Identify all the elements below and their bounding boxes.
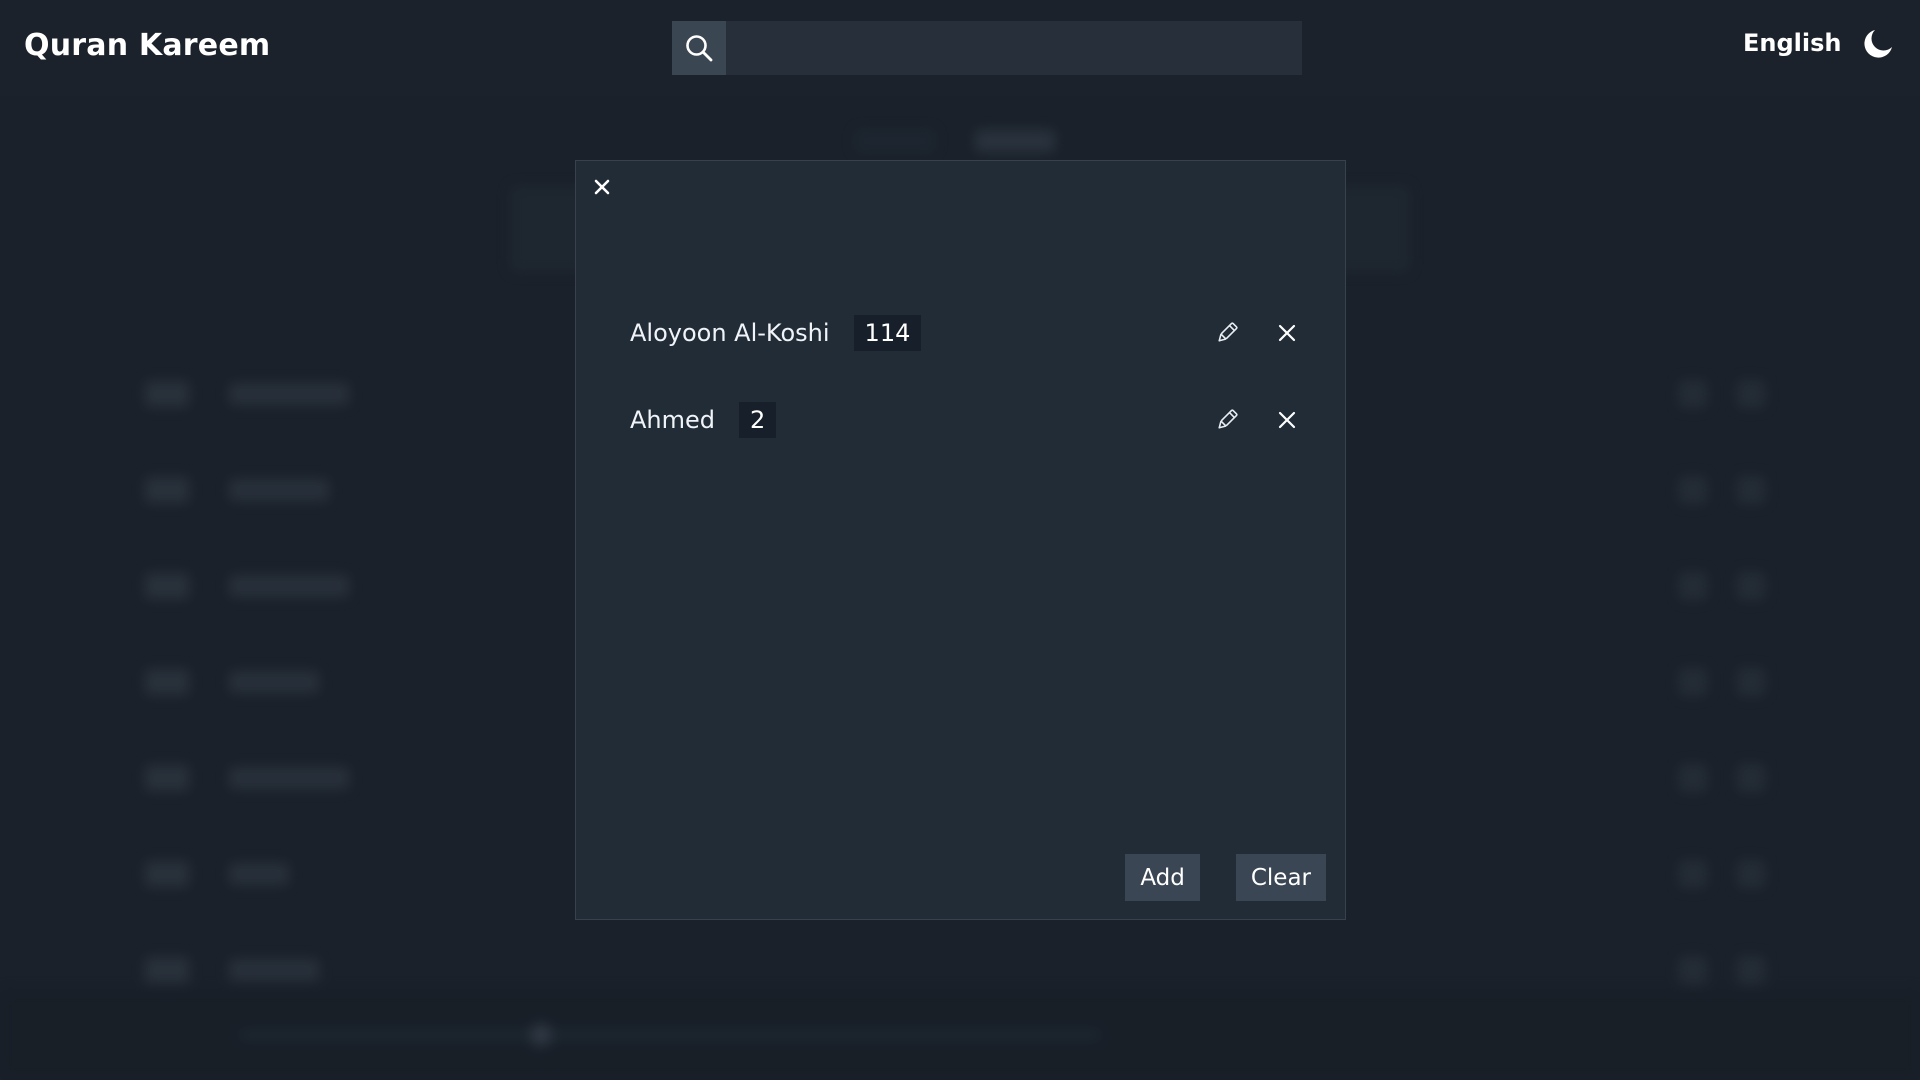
modal-close-button[interactable] xyxy=(590,175,614,199)
close-icon xyxy=(1278,324,1296,341)
list-item[interactable]: Ahmed 2 xyxy=(630,376,1300,463)
theme-toggle-button[interactable] xyxy=(1860,26,1896,62)
close-icon xyxy=(594,179,610,195)
language-selector[interactable]: English xyxy=(1743,29,1841,57)
search-button[interactable] xyxy=(672,21,726,75)
remove-button[interactable] xyxy=(1274,320,1300,346)
remove-button[interactable] xyxy=(1274,407,1300,433)
add-button[interactable]: Add xyxy=(1125,854,1200,901)
search-bar xyxy=(672,21,1302,75)
clear-button[interactable]: Clear xyxy=(1235,854,1326,901)
bookmarks-modal: Aloyoon Al-Koshi 114 Ahmed 2 Add Clear xyxy=(575,160,1346,920)
pencil-icon xyxy=(1218,321,1238,342)
item-count-badge: 114 xyxy=(853,314,922,351)
search-input[interactable] xyxy=(726,21,1302,75)
search-icon xyxy=(686,35,713,62)
item-name: Aloyoon Al-Koshi xyxy=(630,318,830,347)
edit-button[interactable] xyxy=(1214,320,1240,346)
bookmark-list: Aloyoon Al-Koshi 114 Ahmed 2 xyxy=(630,289,1300,463)
pencil-icon xyxy=(1218,408,1238,429)
list-item[interactable]: Aloyoon Al-Koshi 114 xyxy=(630,289,1300,376)
edit-button[interactable] xyxy=(1214,407,1240,433)
item-name: Ahmed xyxy=(630,405,716,434)
app-title[interactable]: Quran Kareem xyxy=(24,28,270,63)
item-count-badge: 2 xyxy=(739,401,777,438)
close-icon xyxy=(1278,411,1296,428)
moon-icon xyxy=(1864,30,1892,58)
top-bar: Quran Kareem English xyxy=(0,0,1920,96)
